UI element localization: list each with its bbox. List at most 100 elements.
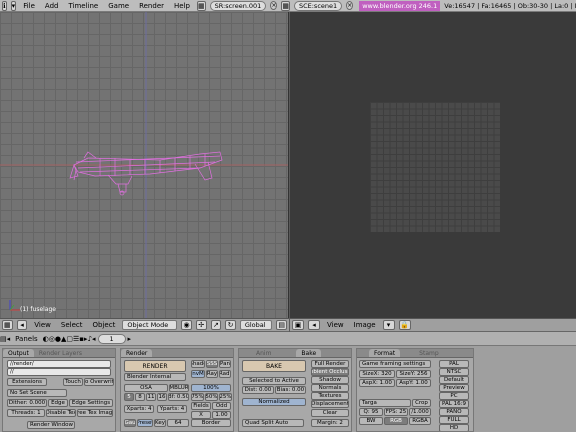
border-toggle[interactable]: Border xyxy=(191,419,231,427)
tab-render[interactable]: Render xyxy=(121,349,153,357)
bake-displacement[interactable]: Displacement xyxy=(311,400,349,408)
tab-output[interactable]: Output xyxy=(3,349,34,357)
free-tex-image-toggle[interactable]: Free Tex Image xyxy=(77,409,113,417)
normalized-toggle[interactable]: Normalized xyxy=(242,398,306,406)
scene-close-icon[interactable]: × xyxy=(346,1,354,10)
aspx-field[interactable]: AspX: 1.00 xyxy=(359,379,395,387)
layer-lock-icon[interactable]: ▤ xyxy=(276,320,287,330)
percent-50-button[interactable]: 50% xyxy=(205,393,218,401)
preset-pal[interactable]: PAL xyxy=(439,360,469,368)
menu-help[interactable]: Help xyxy=(169,2,195,10)
orientation-select[interactable]: Global xyxy=(239,320,273,330)
tab-bake[interactable]: Bake xyxy=(296,349,322,357)
crop-toggle[interactable]: Crop xyxy=(412,399,431,407)
screen-close-icon[interactable]: × xyxy=(270,1,278,10)
editor-type-icon[interactable]: ▦ xyxy=(2,320,13,330)
preset-default[interactable]: Default xyxy=(439,376,469,384)
extensions-toggle[interactable]: Extensions xyxy=(7,378,47,386)
no-overwrite-toggle[interactable]: No Overwrite xyxy=(84,378,114,386)
menu-image[interactable]: Image xyxy=(349,321,381,329)
fps-field[interactable]: FPS: 25 xyxy=(384,408,408,416)
preset-ntsc[interactable]: NTSC xyxy=(439,368,469,376)
backbuf-path-field[interactable]: // xyxy=(7,368,111,376)
bake-shadow[interactable]: Shadow xyxy=(311,376,349,384)
panels-menu[interactable]: Panels xyxy=(10,335,43,343)
file-type-select[interactable]: Targa xyxy=(359,399,411,407)
image-collapse-icon[interactable]: ◂ xyxy=(308,320,320,330)
xparts-field[interactable]: Xparts: 4 xyxy=(124,405,154,413)
osa-5-button[interactable]: 5 xyxy=(124,393,134,401)
blur-factor-field[interactable]: Bf: 0.50 xyxy=(168,393,189,401)
window-type-icon[interactable]: ℹ xyxy=(2,0,7,11)
sizey-field[interactable]: SizeY: 256 xyxy=(396,370,431,378)
menu-game[interactable]: Game xyxy=(103,2,134,10)
bias-field[interactable]: Bias: 0.00 xyxy=(275,386,306,394)
quad-split-select[interactable]: Quad Split Auto xyxy=(242,419,304,427)
preset-preview[interactable]: Preview xyxy=(439,384,469,392)
percent-25-button[interactable]: 25% xyxy=(219,393,232,401)
pano-toggle[interactable]: Pan xyxy=(219,360,231,368)
mblur-toggle[interactable]: MBLUR xyxy=(169,384,189,392)
radio-toggle[interactable]: Radi xyxy=(219,370,231,378)
x-toggle[interactable]: X xyxy=(191,411,211,419)
rgba-toggle[interactable]: RGBA xyxy=(409,417,431,425)
image-browse-icon[interactable]: ▾ xyxy=(382,320,395,330)
frame-prev-icon[interactable]: ◂ xyxy=(92,335,96,343)
frame-next-icon[interactable]: ▸ xyxy=(128,335,132,343)
rotate-manipulator-icon[interactable]: ↻ xyxy=(225,320,236,330)
render-engine-select[interactable]: Blender Internal xyxy=(124,373,186,381)
preset-full[interactable]: FULL xyxy=(439,416,469,424)
menu-object[interactable]: Object xyxy=(88,321,121,329)
bake-button[interactable]: BAKE xyxy=(242,360,306,372)
menu-image-view[interactable]: View xyxy=(322,321,349,329)
envmap-toggle[interactable]: EnvMa xyxy=(191,370,205,378)
viewport-3d[interactable]: (1) fuselage xyxy=(0,12,289,318)
yparts-field[interactable]: Yparts: 4 xyxy=(157,405,187,413)
menu-timeline[interactable]: Timeline xyxy=(63,2,103,10)
odd-toggle[interactable]: Odd xyxy=(212,402,231,410)
edge-toggle[interactable]: Edge xyxy=(48,399,68,407)
tab-anim[interactable]: Anim xyxy=(251,349,276,357)
frame-field[interactable]: 1 xyxy=(97,333,126,344)
sizex-field[interactable]: SizeX: 320 xyxy=(359,370,395,378)
collapse-header-icon[interactable]: ◂ xyxy=(16,320,28,330)
disable-tex-toggle[interactable]: Disable Tex xyxy=(46,409,76,417)
bw-toggle[interactable]: BW xyxy=(359,417,383,425)
render-path-field[interactable]: //render/ xyxy=(7,360,111,368)
menu-add[interactable]: Add xyxy=(40,2,64,10)
ray-toggle[interactable]: Ray xyxy=(206,370,218,378)
osa-16-button[interactable]: 16 xyxy=(157,393,167,401)
osa-toggle[interactable]: OSA xyxy=(124,384,168,392)
preset-pano[interactable]: PANO xyxy=(439,408,469,416)
menu-render[interactable]: Render xyxy=(134,2,169,10)
manipulator-icon[interactable]: ↗ xyxy=(210,320,222,330)
viewport-image[interactable] xyxy=(290,12,576,318)
lock-icon[interactable]: 🔒 xyxy=(398,320,411,330)
touch-toggle[interactable]: Touch xyxy=(63,378,83,386)
screen-browse-icon[interactable]: ▦ xyxy=(196,0,206,11)
shadow-toggle[interactable]: Shado xyxy=(191,360,205,368)
editing-icon[interactable]: ▢ xyxy=(66,335,73,343)
selected-to-active-toggle[interactable]: Selected to Active xyxy=(242,377,306,385)
game-framing-select[interactable]: Game framing settings xyxy=(359,360,431,368)
preset-hd[interactable]: HD xyxy=(439,424,469,431)
threads-field[interactable]: Threads: 1 xyxy=(7,409,45,417)
percent-100-button[interactable]: 100% xyxy=(191,384,231,392)
tab-format[interactable]: Format xyxy=(369,349,401,357)
filter-size-field[interactable]: 64 xyxy=(167,419,189,427)
preset-pal-16-9[interactable]: PAL 16:9 xyxy=(439,400,469,408)
render-window-select[interactable]: Render Window xyxy=(27,421,75,429)
sss-toggle[interactable]: SSS xyxy=(206,360,218,368)
menu-select[interactable]: Select xyxy=(56,321,88,329)
image-editor-type-icon[interactable]: ▣ xyxy=(292,320,304,330)
bsc-field[interactable]: 1.00 xyxy=(212,411,231,419)
gauss-toggle[interactable]: Gau xyxy=(124,419,136,427)
bake-clear-toggle[interactable]: Clear xyxy=(311,409,349,417)
menu-view[interactable]: View xyxy=(29,321,56,329)
menu-file[interactable]: File xyxy=(18,2,40,10)
fps-base-field[interactable]: /1.000 xyxy=(409,408,431,416)
bake-full-render[interactable]: Full Render xyxy=(311,360,349,368)
screen-field[interactable]: SR:screen.001 xyxy=(209,0,267,11)
draw-type-icon[interactable]: ◉ xyxy=(181,320,192,330)
pivot-icon[interactable]: ✢ xyxy=(195,320,207,330)
